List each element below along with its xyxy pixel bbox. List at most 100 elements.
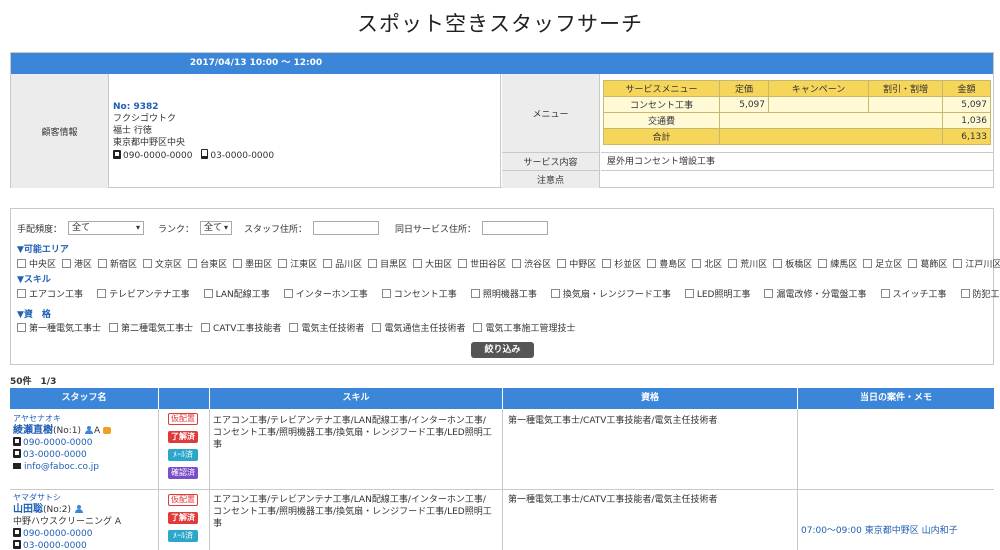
qual-checkbox[interactable]: 電気通信主任技術者 bbox=[372, 321, 465, 334]
checkbox-box[interactable] bbox=[368, 259, 378, 268]
checkbox-box[interactable] bbox=[550, 289, 560, 298]
checkbox-box[interactable] bbox=[512, 259, 522, 268]
checkbox-box[interactable] bbox=[773, 259, 783, 268]
checkbox-box[interactable] bbox=[953, 259, 963, 268]
area-section-title[interactable]: ▼可能エリア bbox=[17, 242, 69, 255]
staff-name-link[interactable]: 綾瀬直樹 bbox=[13, 425, 53, 436]
area-checkbox[interactable]: 港区 bbox=[62, 257, 92, 270]
area-checkbox[interactable]: 葛飾区 bbox=[908, 257, 947, 270]
checkbox-box[interactable] bbox=[283, 289, 293, 298]
tag-mail-sent[interactable]: ﾒｰﾙ済 bbox=[168, 449, 198, 461]
area-checkbox[interactable]: 北区 bbox=[692, 257, 722, 270]
area-checkbox[interactable]: 江戸川区 bbox=[953, 257, 1000, 270]
skill-checkbox[interactable]: LAN配線工事 bbox=[203, 287, 270, 300]
qual-checkbox[interactable]: 第一種電気工事士 bbox=[17, 321, 101, 334]
checkbox-box[interactable] bbox=[17, 289, 26, 298]
checkbox-box[interactable] bbox=[413, 259, 423, 268]
skill-checkbox[interactable]: エアコン工事 bbox=[17, 287, 83, 300]
qual-checkbox[interactable]: CATV工事技能者 bbox=[201, 321, 281, 334]
skill-checkbox[interactable]: テレビアンテナ工事 bbox=[97, 287, 190, 300]
staff-email[interactable]: info@faboc.co.jp bbox=[24, 462, 99, 472]
area-checkbox[interactable]: 杉並区 bbox=[602, 257, 641, 270]
area-checkbox[interactable]: 中央区 bbox=[17, 257, 56, 270]
checkbox-box[interactable] bbox=[863, 259, 873, 268]
checkbox-box[interactable] bbox=[203, 289, 213, 298]
area-checkbox[interactable]: 板橋区 bbox=[773, 257, 812, 270]
freq-select[interactable]: 全て bbox=[68, 221, 145, 235]
checkbox-box[interactable] bbox=[62, 259, 72, 268]
tag-provisional[interactable]: 仮配置 bbox=[168, 494, 198, 506]
checkbox-box[interactable] bbox=[372, 323, 382, 332]
staff-tel[interactable]: 090-0000-0000 bbox=[23, 438, 92, 448]
checkbox-box[interactable] bbox=[470, 289, 480, 298]
skill-checkbox[interactable]: コンセント工事 bbox=[381, 287, 457, 300]
tag-provisional[interactable]: 仮配置 bbox=[168, 413, 198, 425]
staff-tel[interactable]: 090-0000-0000 bbox=[23, 529, 92, 539]
tag-agreed[interactable]: 了解済 bbox=[168, 512, 198, 524]
staff-memo[interactable]: 07:00〜09:00 東京都中野区 山内和子 bbox=[801, 523, 958, 536]
filter-button[interactable]: 絞り込み bbox=[471, 342, 534, 358]
checkbox-box[interactable] bbox=[289, 323, 299, 332]
area-checkbox[interactable]: 文京区 bbox=[143, 257, 182, 270]
tag-agreed[interactable]: 了解済 bbox=[168, 431, 198, 443]
staff-name-link[interactable]: 山田聡 bbox=[13, 504, 43, 515]
checkbox-box[interactable] bbox=[602, 259, 612, 268]
staff-address-input[interactable] bbox=[313, 221, 380, 235]
skill-section-title[interactable]: ▼スキル bbox=[17, 272, 51, 285]
rank-select[interactable]: 全て bbox=[200, 221, 233, 235]
skill-checkbox[interactable]: LED照明工事 bbox=[684, 287, 750, 300]
area-checkbox[interactable]: 中野区 bbox=[557, 257, 596, 270]
checkbox-box[interactable] bbox=[728, 259, 738, 268]
checkbox-box[interactable] bbox=[278, 259, 288, 268]
checkbox-box[interactable] bbox=[188, 259, 198, 268]
checkbox-box[interactable] bbox=[684, 289, 694, 298]
skill-checkbox[interactable]: インターホン工事 bbox=[283, 287, 368, 300]
skill-checkbox[interactable]: 防犯工事 bbox=[960, 287, 1000, 300]
area-checkbox[interactable]: 江東区 bbox=[278, 257, 317, 270]
area-checkbox[interactable]: 目黒区 bbox=[368, 257, 407, 270]
area-checkbox[interactable]: 品川区 bbox=[323, 257, 362, 270]
area-checkbox[interactable]: 豊島区 bbox=[647, 257, 686, 270]
checkbox-box[interactable] bbox=[557, 259, 567, 268]
checkbox-box[interactable] bbox=[143, 259, 153, 268]
tag-mail-sent[interactable]: ﾒｰﾙ済 bbox=[168, 530, 198, 542]
skill-checkbox[interactable]: 照明機器工事 bbox=[470, 287, 537, 300]
checkbox-box[interactable] bbox=[473, 323, 483, 332]
checkbox-box[interactable] bbox=[960, 289, 970, 298]
checkbox-box[interactable] bbox=[17, 259, 26, 268]
checkbox-box[interactable] bbox=[764, 289, 774, 298]
checkbox-box[interactable] bbox=[109, 323, 119, 332]
sameday-address-input[interactable] bbox=[482, 221, 549, 235]
area-checkbox[interactable]: 世田谷区 bbox=[458, 257, 506, 270]
checkbox-box[interactable] bbox=[98, 259, 108, 268]
area-checkbox[interactable]: 荒川区 bbox=[728, 257, 767, 270]
checkbox-box[interactable] bbox=[97, 289, 107, 298]
staff-mobile[interactable]: 03-0000-0000 bbox=[23, 541, 87, 550]
checkbox-box[interactable] bbox=[323, 259, 333, 268]
qual-checkbox[interactable]: 第二種電気工事士 bbox=[109, 321, 193, 334]
checkbox-box[interactable] bbox=[458, 259, 468, 268]
checkbox-box[interactable] bbox=[201, 323, 211, 332]
skill-checkbox[interactable]: スイッチ工事 bbox=[880, 287, 947, 300]
staff-mobile[interactable]: 03-0000-0000 bbox=[23, 450, 87, 460]
skill-checkbox[interactable]: 換気扇・レンジフード工事 bbox=[550, 287, 671, 300]
area-checkbox[interactable]: 大田区 bbox=[413, 257, 452, 270]
checkbox-box[interactable] bbox=[880, 289, 890, 298]
qual-section-title[interactable]: ▼資 格 bbox=[17, 307, 51, 320]
checkbox-box[interactable] bbox=[692, 259, 702, 268]
area-checkbox[interactable]: 新宿区 bbox=[98, 257, 137, 270]
qual-checkbox[interactable]: 電気主任技術者 bbox=[289, 321, 364, 334]
qual-checkbox[interactable]: 電気工事施工管理技士 bbox=[473, 321, 575, 334]
tag-confirmed[interactable]: 確認済 bbox=[168, 467, 198, 479]
checkbox-box[interactable] bbox=[233, 259, 243, 268]
skill-checkbox[interactable]: 漏電改修・分電盤工事 bbox=[764, 287, 867, 300]
checkbox-box[interactable] bbox=[908, 259, 918, 268]
area-checkbox[interactable]: 渋谷区 bbox=[512, 257, 551, 270]
checkbox-box[interactable] bbox=[17, 323, 26, 332]
area-checkbox[interactable]: 足立区 bbox=[863, 257, 902, 270]
area-checkbox[interactable]: 練馬区 bbox=[818, 257, 857, 270]
checkbox-box[interactable] bbox=[818, 259, 828, 268]
checkbox-box[interactable] bbox=[381, 289, 391, 298]
area-checkbox[interactable]: 墨田区 bbox=[233, 257, 272, 270]
area-checkbox[interactable]: 台東区 bbox=[188, 257, 227, 270]
